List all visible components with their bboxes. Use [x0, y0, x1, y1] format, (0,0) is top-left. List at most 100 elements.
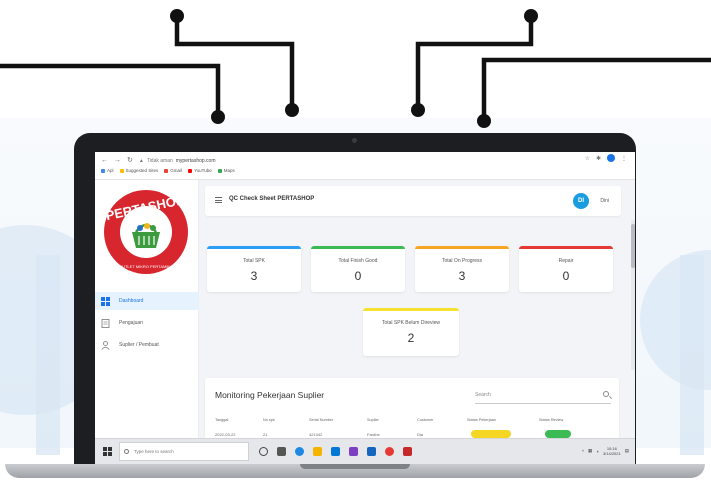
column-header[interactable]: Customer [417, 418, 433, 422]
stat-label: Total On Progress [441, 258, 483, 264]
bookmark-maps[interactable]: Maps [217, 168, 235, 173]
task-view-icon[interactable] [277, 447, 286, 456]
search-icon[interactable] [603, 391, 609, 397]
back-icon[interactable]: ← [101, 157, 108, 164]
column-header[interactable]: Tanggal [215, 418, 228, 422]
edge-icon[interactable] [295, 447, 304, 456]
main-content: QC Check Sheet PERTASHOP DI Dini Total S… [199, 180, 635, 440]
logo-ring-text: OUTLET MIKRO PERTAMINA [119, 264, 173, 269]
logo-emblem: PERTASHOP OUTLET MIKRO PERTAMINA [104, 190, 188, 274]
sidebar-item-pengajuan[interactable]: Pengajuan [95, 314, 199, 332]
column-header[interactable]: Suplier [367, 418, 379, 422]
card-accent-bar [311, 246, 405, 249]
table-title: Monitoring Pekerjaan Suplier [215, 390, 325, 400]
page-title: QC Check Sheet PERTASHOP [229, 196, 315, 202]
bookmark-youtube[interactable]: YouTube [188, 168, 212, 173]
stat-label: Total SPK Belum Direview [381, 320, 441, 326]
wire-node-bottom-1 [211, 110, 225, 124]
bookmark-gmail[interactable]: Gmail [164, 168, 182, 173]
laptop-base-notch [300, 464, 410, 469]
stat-card-belum-direview: Total SPK Belum Direview 2 [363, 308, 459, 356]
network-icon[interactable]: ▦ [588, 448, 592, 454]
status-review-badge[interactable] [545, 430, 571, 438]
wire-node-bottom-4 [477, 114, 491, 128]
apps-icon [101, 168, 105, 173]
bookmark-apps[interactable]: Apl [101, 168, 114, 173]
cell-customer: Dia [417, 432, 424, 437]
column-header[interactable]: Status Pekerjaan [467, 418, 496, 422]
notification-icon[interactable]: ▤ [625, 448, 629, 454]
clock[interactable]: 10:16 3/14/2021 [603, 446, 621, 456]
windows-taskbar: Type here to search ^ ▦ ◖ 10:16 3/14/202… [95, 438, 635, 464]
card-accent-bar [415, 246, 509, 249]
cell-no-spk: 21 [263, 432, 268, 437]
search-icon [124, 449, 129, 454]
forward-icon[interactable]: → [114, 157, 121, 164]
gmail-icon [164, 168, 169, 173]
wire-right-inner [415, 18, 534, 110]
browser-actions: ☆ ✱ ⋮ [585, 154, 627, 162]
warning-icon: ▲ [138, 157, 144, 164]
column-header[interactable]: Serial Number [309, 418, 333, 422]
column-header[interactable]: Status Review [539, 418, 563, 422]
top-bar: QC Check Sheet PERTASHOP DI Dini [205, 186, 621, 216]
chrome-icon[interactable] [385, 447, 394, 456]
column-header[interactable]: No spk [263, 418, 275, 422]
status-pekerjaan-badge[interactable] [471, 430, 511, 438]
search-input[interactable]: Search [475, 388, 611, 404]
avatar[interactable]: DI [573, 193, 589, 209]
taskbar-search-input[interactable]: Type here to search [119, 442, 249, 461]
windows-start-icon[interactable] [103, 447, 112, 456]
volume-icon[interactable]: ◖ [596, 449, 599, 454]
visual-studio-icon[interactable] [349, 447, 358, 456]
extension-icon[interactable]: ✱ [596, 155, 601, 162]
browser-chrome: ← → ↻ ▲ Tidak aman mypertashop.com ☆ ✱ ⋮ A… [95, 152, 635, 180]
sidebar-item-dashboard[interactable]: Dashboard [95, 292, 199, 310]
document-icon [101, 318, 110, 328]
sidebar-item-label: Pengajuan [119, 320, 143, 326]
wire-node-top-right [524, 9, 538, 23]
sidebar-item-label: Dashboard [119, 298, 144, 304]
scrollbar-thumb[interactable] [631, 224, 635, 268]
stat-card-repair: Repair 0 [519, 246, 613, 292]
bookmarks-bar: Apl Suggested Sites Gmail YouTube Maps [101, 168, 235, 173]
chevron-up-icon[interactable]: ^ [582, 449, 584, 454]
search-placeholder: Search [475, 392, 491, 398]
app-icon[interactable] [403, 447, 412, 456]
table-header-row: Tanggal No spk Serial Number Suplier Cus… [205, 418, 619, 428]
product-illustration: ← → ↻ ▲ Tidak aman mypertashop.com ☆ ✱ ⋮ A… [0, 0, 711, 481]
address-row: ← → ↻ ▲ Tidak aman mypertashop.com [95, 154, 635, 167]
hamburger-menu-icon[interactable] [215, 197, 222, 203]
stat-value: 2 [407, 331, 415, 345]
bookmark-suggested[interactable]: Suggested Sites [119, 168, 158, 173]
webcam [352, 138, 357, 143]
address-bar[interactable]: ▲ Tidak aman mypertashop.com [139, 158, 216, 164]
ie-icon [119, 168, 124, 173]
card-accent-bar [207, 246, 301, 249]
more-icon[interactable]: ⋮ [621, 155, 627, 162]
cell-serial: 421342 [309, 432, 323, 437]
sidebar-item-label: Suplier / Pembuat [119, 342, 159, 348]
star-icon[interactable]: ☆ [585, 155, 590, 162]
profile-icon[interactable] [607, 154, 615, 162]
monitoring-table-card: Monitoring Pekerjaan Suplier Search Tang… [205, 378, 619, 440]
reload-icon[interactable]: ↻ [127, 157, 133, 164]
stat-value: 3 [250, 269, 258, 283]
stat-card-on-progress: Total On Progress 3 [415, 246, 509, 292]
card-accent-bar [519, 246, 613, 249]
pertashop-logo: PERTASHOP OUTLET MIKRO PERTAMINA [102, 188, 190, 276]
users-icon [101, 340, 110, 350]
sidebar-item-suplier[interactable]: Suplier / Pembuat [95, 336, 199, 354]
username[interactable]: Dini [600, 198, 609, 204]
stat-value: 0 [354, 269, 362, 283]
stat-label: Repair [558, 258, 574, 264]
word-icon[interactable] [367, 447, 376, 456]
url-text: mypertashop.com [175, 157, 216, 164]
wire-node-top-left [170, 9, 184, 23]
store-icon[interactable] [331, 447, 340, 456]
file-explorer-icon[interactable] [313, 447, 322, 456]
wire-left-outer [0, 63, 221, 116]
card-accent-bar [363, 308, 459, 311]
wire-node-bottom-3 [411, 103, 425, 117]
cortana-icon[interactable] [259, 447, 268, 456]
